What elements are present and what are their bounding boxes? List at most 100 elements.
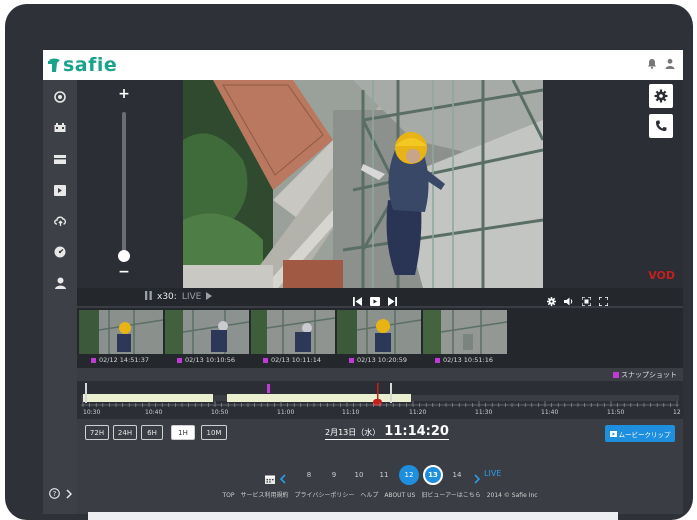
timeline-tick-label: 10:30 xyxy=(83,409,101,416)
day-button[interactable]: 11 xyxy=(374,465,394,485)
movie-clip-icon xyxy=(609,430,617,437)
timeline-tick-label: 10:50 xyxy=(211,409,229,416)
thumbnail-image xyxy=(337,310,421,354)
zoom-panel: + − xyxy=(77,80,183,288)
range-6h-button[interactable]: 6H xyxy=(141,425,163,440)
timeline-tick-label: 10:40 xyxy=(145,409,163,416)
thumbnail-item[interactable]: 02/13 10:10:56 xyxy=(165,310,249,366)
live-play-icon[interactable] xyxy=(206,291,213,303)
zoom-in-button[interactable]: + xyxy=(117,86,131,102)
snapshot-marker-icon xyxy=(91,357,96,363)
sidebar-list-icon[interactable] xyxy=(52,151,68,167)
thumbnail-item[interactable]: 02/13 10:51:16 xyxy=(423,310,507,366)
zoom-slider-track[interactable] xyxy=(122,112,126,258)
sidebar: ? xyxy=(43,80,77,514)
snapshot-marker-icon xyxy=(263,357,268,363)
day-button[interactable]: 9 xyxy=(324,465,344,485)
timeline-tick-label: 11:00 xyxy=(277,409,295,416)
thumbnail-timestamp: 02/13 10:51:16 xyxy=(423,354,507,366)
sidebar-dashboard-icon[interactable] xyxy=(52,244,68,260)
movie-clip-button[interactable]: ムービークリップ xyxy=(605,425,675,442)
recording-timeline[interactable]: 10:30 10:40 10:50 11:00 11:10 11:20 11:3… xyxy=(77,381,683,419)
thumbnail-image xyxy=(251,310,335,354)
next-day-chevron-icon[interactable] xyxy=(474,469,481,488)
thumbnail-item[interactable]: 02/13 10:20:59 xyxy=(337,310,421,366)
range-toolbar: 72H 24H 6H 1H 10M 2月13日（水） 11:14:20 ムービー… xyxy=(77,422,683,444)
timeline-tick-label: 11:30 xyxy=(475,409,493,416)
safie-logo[interactable]: safie xyxy=(47,54,117,76)
camera-video-frame[interactable] xyxy=(183,80,543,288)
footer-links[interactable]: TOP サービス利用規約 プライバシーポリシー ヘルプ ABOUT US 旧ビュ… xyxy=(77,490,683,502)
thumbnail-item[interactable]: 02/13 10:11:14 xyxy=(251,310,335,366)
thumbnail-item[interactable]: 02/12 14:51:37 xyxy=(79,310,163,366)
sidebar-cloud-icon[interactable] xyxy=(52,213,68,229)
playback-status: x30: LIVE xyxy=(145,291,213,303)
range-10m-button[interactable]: 10M xyxy=(201,425,227,440)
user-account-icon[interactable] xyxy=(665,58,675,72)
current-date: 2月13日（水） xyxy=(325,428,381,437)
sidebar-footer: ? xyxy=(43,488,77,502)
video-side-panel: VOD xyxy=(543,80,683,288)
thumbnail-image xyxy=(423,310,507,354)
device-frame: safie ? + − VOD x30: LIVE 02/12 14:51:37… xyxy=(5,4,693,520)
thumbnail-timestamp: 02/12 14:51:37 xyxy=(79,354,163,366)
thumbnail-timestamp: 02/13 10:11:14 xyxy=(251,354,335,366)
playback-speed[interactable]: x30: xyxy=(157,292,177,302)
live-link[interactable]: LIVE xyxy=(484,469,501,478)
help-icon[interactable]: ? xyxy=(48,488,60,502)
thumbnail-timestamp: 02/13 10:20:59 xyxy=(337,354,421,366)
call-button[interactable] xyxy=(649,114,673,138)
day-button-current[interactable]: 13 xyxy=(423,465,443,485)
vod-indicator: VOD xyxy=(648,269,675,282)
snapshot-legend-row: スナップショット xyxy=(77,370,683,380)
thumbnail-image xyxy=(165,310,249,354)
notification-bell-icon[interactable] xyxy=(647,58,657,72)
header-icons xyxy=(647,58,675,72)
day-button-selected[interactable]: 12 xyxy=(399,465,419,485)
zoom-out-button[interactable]: − xyxy=(117,264,131,280)
timeline-tick-label: 11:40 xyxy=(541,409,559,416)
previous-day-chevron-icon[interactable] xyxy=(279,469,286,488)
snapshot-legend-swatch-icon xyxy=(613,372,619,378)
timeline-tick-label: 11:10 xyxy=(342,409,360,416)
gear-icon xyxy=(654,89,668,103)
current-datetime[interactable]: 2月13日（水） 11:14:20 xyxy=(325,424,449,440)
calendar-icon[interactable] xyxy=(265,469,275,488)
timeline-track[interactable] xyxy=(77,381,683,409)
event-thumbnails: 02/12 14:51:37 02/13 10:10:56 02/13 10:1… xyxy=(77,308,683,368)
svg-text:?: ? xyxy=(52,490,56,498)
snapshot-marker-icon xyxy=(349,357,354,363)
sidebar-user-icon[interactable] xyxy=(52,275,68,291)
page-bottom-strip xyxy=(88,512,618,520)
timeline-tick-label: 12 xyxy=(673,409,681,416)
timeline-tick-label: 11:20 xyxy=(409,409,427,416)
safie-logo-mark-icon xyxy=(47,57,61,73)
range-72h-button[interactable]: 72H xyxy=(85,425,109,440)
thumbnail-timestamp: 02/13 10:10:56 xyxy=(165,354,249,366)
day-selector: 8 9 10 11 12 13 14 LIVE xyxy=(77,462,683,485)
timeline-tick-label: 11:50 xyxy=(607,409,625,416)
go-live-label[interactable]: LIVE xyxy=(182,292,202,302)
logo-text: safie xyxy=(63,54,118,76)
video-scene-image xyxy=(183,80,543,288)
timeline-labels: 10:30 10:40 10:50 11:00 11:10 11:20 11:3… xyxy=(77,409,683,419)
expand-sidebar-chevron-icon[interactable] xyxy=(65,488,72,502)
sidebar-multi-camera-icon[interactable] xyxy=(52,120,68,136)
day-button[interactable]: 10 xyxy=(349,465,369,485)
range-24h-button[interactable]: 24H xyxy=(113,425,137,440)
sidebar-clip-icon[interactable] xyxy=(52,182,68,198)
camera-settings-button[interactable] xyxy=(649,84,673,108)
phone-icon xyxy=(656,120,667,132)
app-screen: safie ? + − VOD x30: LIVE 02/12 14:51:37… xyxy=(43,50,683,514)
range-1h-button[interactable]: 1H xyxy=(171,425,195,440)
pause-icon[interactable] xyxy=(145,291,152,303)
snapshot-marker-icon xyxy=(177,357,182,363)
sidebar-camera-icon[interactable] xyxy=(52,89,68,105)
snapshot-legend: スナップショット xyxy=(613,370,677,380)
playback-controls: x30: LIVE xyxy=(77,288,683,307)
day-button[interactable]: 14 xyxy=(447,465,467,485)
thumbnail-image xyxy=(79,310,163,354)
current-time: 11:14:20 xyxy=(384,424,449,439)
zoom-slider-handle[interactable] xyxy=(118,250,130,262)
day-button[interactable]: 8 xyxy=(299,465,319,485)
